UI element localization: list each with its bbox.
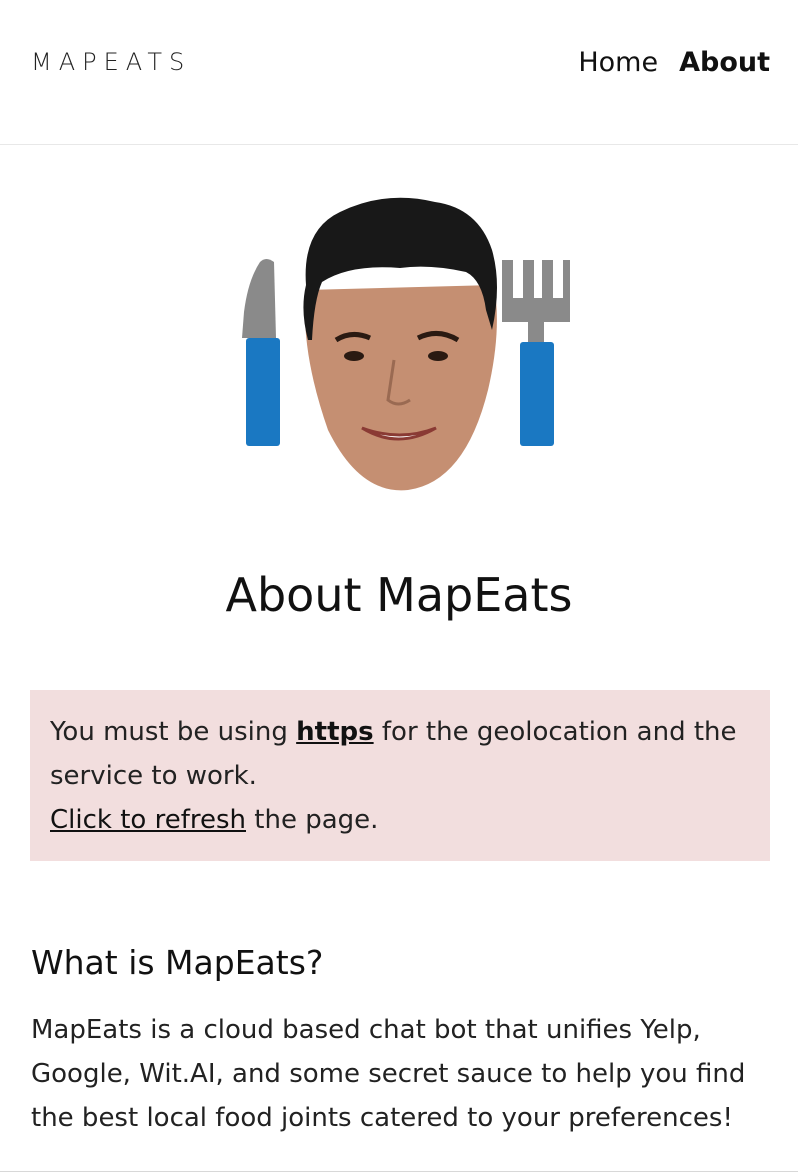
refresh-text: the page. <box>246 805 379 835</box>
knife-icon <box>242 259 280 446</box>
https-link[interactable]: https <box>296 717 373 747</box>
face-avatar <box>303 197 497 491</box>
nav-about-link[interactable]: About <box>679 46 770 80</box>
site-logo[interactable]: MAPEATS <box>31 48 191 76</box>
page-title: About MapEats <box>225 568 573 622</box>
fork-icon <box>502 260 570 446</box>
main-nav: Home About <box>578 46 770 80</box>
refresh-link[interactable]: Click to refresh <box>50 805 246 835</box>
https-warning-alert: You must be using https for the geolocat… <box>30 690 770 861</box>
section-description: MapEats is a cloud based chat bot that u… <box>31 1015 746 1133</box>
divider <box>0 1171 798 1172</box>
nav-home-link[interactable]: Home <box>578 46 658 80</box>
alert-text-start: You must be using <box>50 717 297 747</box>
section-heading: What is MapEats? <box>31 943 324 982</box>
hero-image <box>230 190 580 510</box>
site-header: MAPEATS Home About <box>0 0 798 145</box>
